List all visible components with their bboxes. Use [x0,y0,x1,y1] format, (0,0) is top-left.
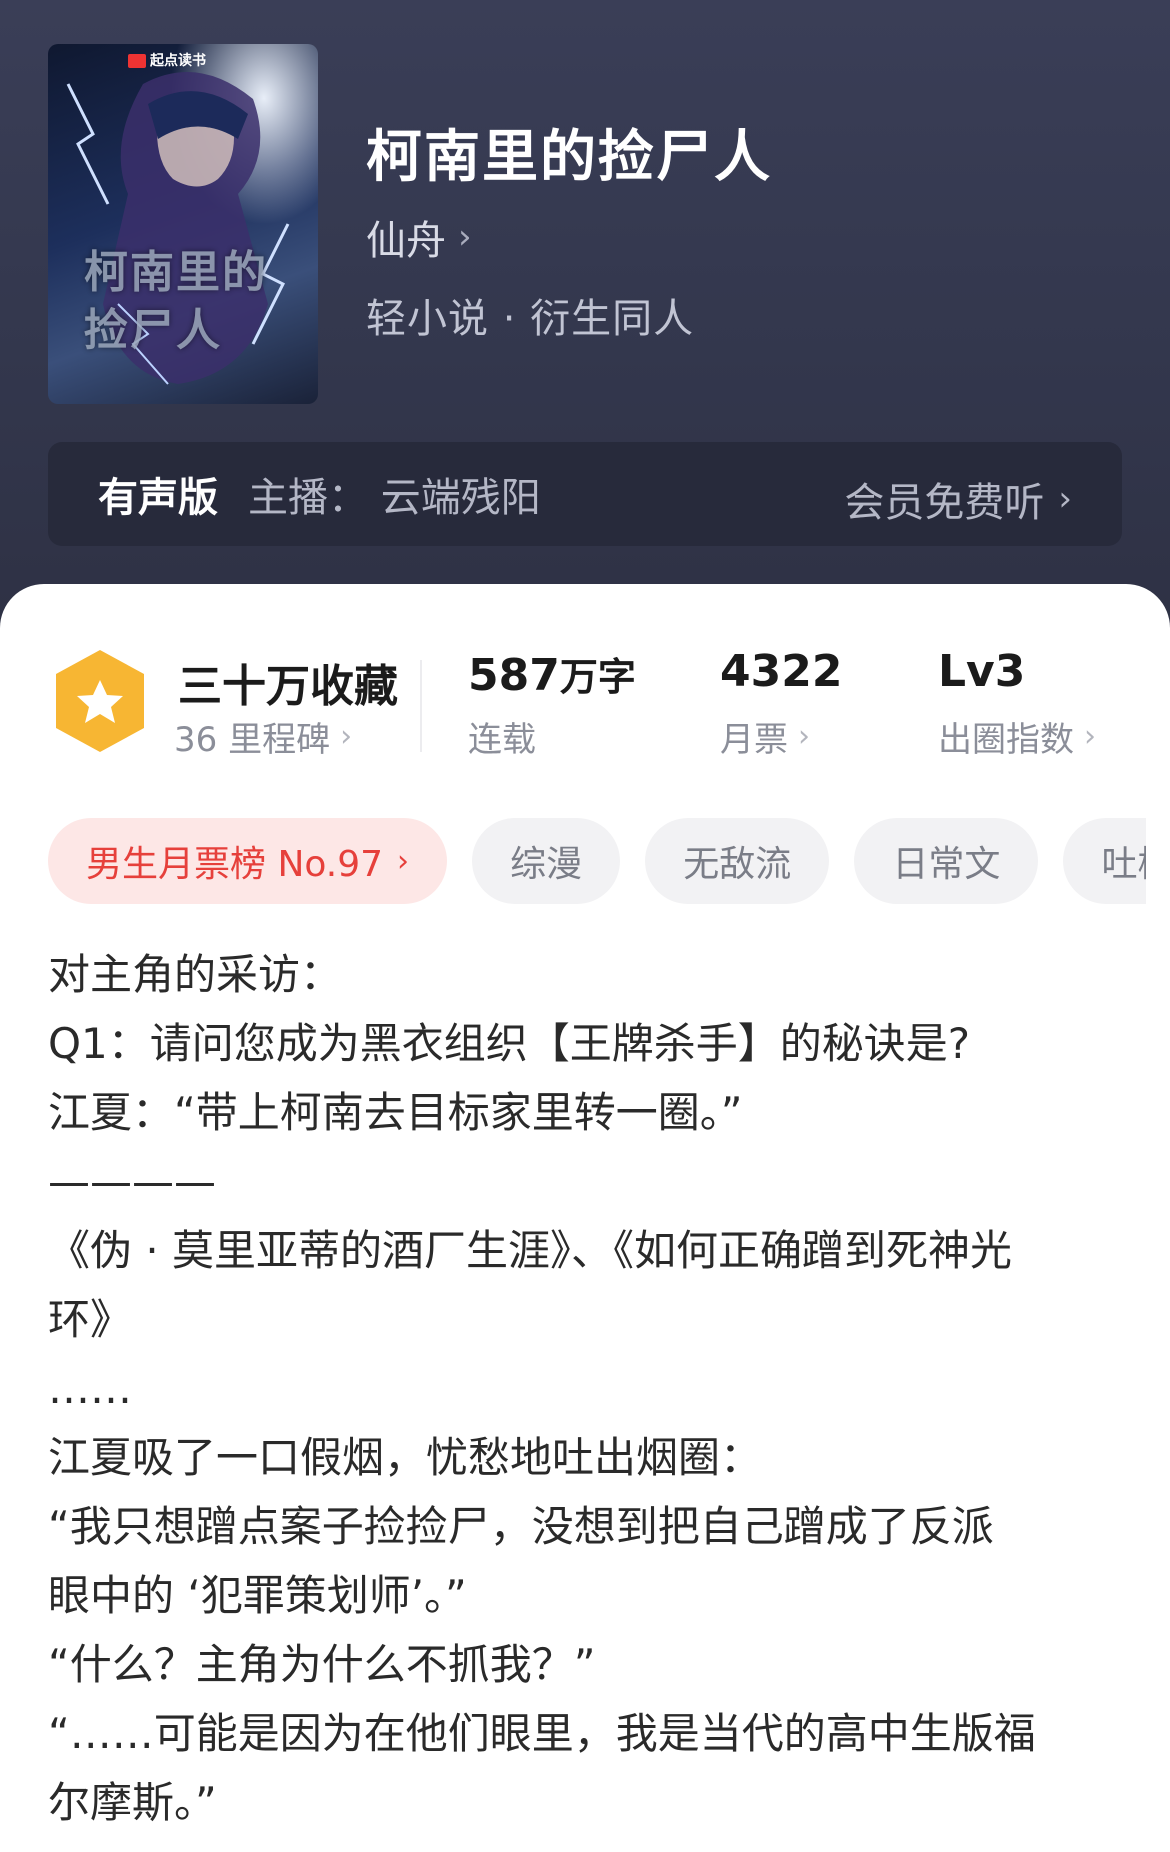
author-name: 仙舟 [366,218,446,264]
word-count: 587万字 [468,646,636,701]
description-line: “我只想蹭点案子捡捡尸，没想到把自己蹭成了反派 [48,1502,994,1551]
description-line: 江夏：“带上柯南去目标家里转一圈。” [48,1088,743,1137]
tag-chip[interactable]: 日常文 [854,818,1039,904]
breakout-index-label: 出圈指数 [938,720,1074,760]
description-line: ———— [48,1157,216,1206]
ranking-tag-label: 男生月票榜 No.97 [86,844,384,885]
monthly-votes-link[interactable]: 月票 › [720,712,810,761]
description-line: “……可能是因为在他们眼里，我是当代的高中生版福 [48,1709,1036,1758]
description-line: 眼中的 ‘犯罪策划师’。” [48,1571,467,1620]
stats-divider [420,660,422,752]
listen-label: 会员免费听 [844,480,1045,526]
chevron-right-icon: › [340,719,353,754]
favorites-medal-icon [56,650,144,752]
description-line: …… [48,1364,132,1413]
breakout-index-link[interactable]: 出圈指数 › [938,712,1096,761]
description-line: “什么？主角为什么不抓我？” [48,1640,596,1689]
cover-title-art: 柯南里的捡尸人 [84,247,268,356]
monthly-votes-label: 月票 [720,720,788,760]
description-line: 环》 [48,1295,133,1344]
description-line: 江夏吸了一口假烟，忧愁地吐出烟圈： [48,1433,763,1482]
description-line: 《伪 · 莫里亚蒂的酒厂生涯》、《如何正确蹭到死神光 [48,1226,1013,1275]
author-link[interactable]: 仙舟 › [366,208,472,266]
ranking-tag[interactable]: 男生月票榜 No.97 › [48,818,448,904]
cover-brand-logo-icon [128,54,146,68]
member-free-listen-link[interactable]: 会员免费听 › [844,470,1072,528]
tag-chip[interactable]: 综漫 [472,818,621,904]
serial-status-label: 连载 [468,720,536,760]
tag-list: 男生月票榜 No.97 › 综漫 无敌流 日常文 吐槽 [48,818,1146,904]
audio-version-bar[interactable]: 有声版 主播： 云端残阳 会员免费听 › [48,442,1122,546]
book-cover-image[interactable]: 起点读书 柯南里的捡尸人 [48,44,318,404]
audio-version-label: 有声版 [98,475,218,521]
serial-status: 连载 [468,712,536,761]
description-line: Q1：请问您成为黑衣组织【王牌杀手】的秘诀是? [48,1019,971,1068]
description-line: 尔摩斯。” [48,1778,217,1827]
book-title: 柯南里的捡尸人 [366,125,772,190]
description-line: 对主角的采访： [48,950,343,999]
monthly-votes-count: 4322 [720,646,843,697]
word-count-value: 587 [468,650,560,701]
book-genre: 轻小说 · 衍生同人 [366,296,695,342]
audio-host: 主播： 云端残阳 [248,475,541,521]
chevron-right-icon: › [397,843,410,879]
milestones-link[interactable]: 36 里程碑 › [174,712,352,761]
book-description[interactable]: 对主角的采访： Q1：请问您成为黑衣组织【王牌杀手】的秘诀是? 江夏：“带上柯南… [48,940,1128,1837]
chevron-right-icon: › [458,217,472,257]
chevron-right-icon: › [798,719,810,754]
favorites-count: 三十万收藏 [178,661,398,712]
milestones-label: 36 里程碑 [174,720,331,760]
breakout-level: Lv3 [938,646,1026,697]
chevron-right-icon: › [1084,719,1096,754]
book-header: 起点读书 柯南里的捡尸人 柯南里的捡尸人 仙舟 › 轻小说 · 衍生同人 有声版… [0,0,1170,640]
tag-chip[interactable]: 无敌流 [645,818,830,904]
chevron-right-icon: › [1058,479,1072,519]
tag-chip[interactable]: 吐槽 [1063,818,1146,904]
word-count-unit: 万字 [559,655,636,699]
cover-brand-text: 起点读书 [150,53,206,69]
